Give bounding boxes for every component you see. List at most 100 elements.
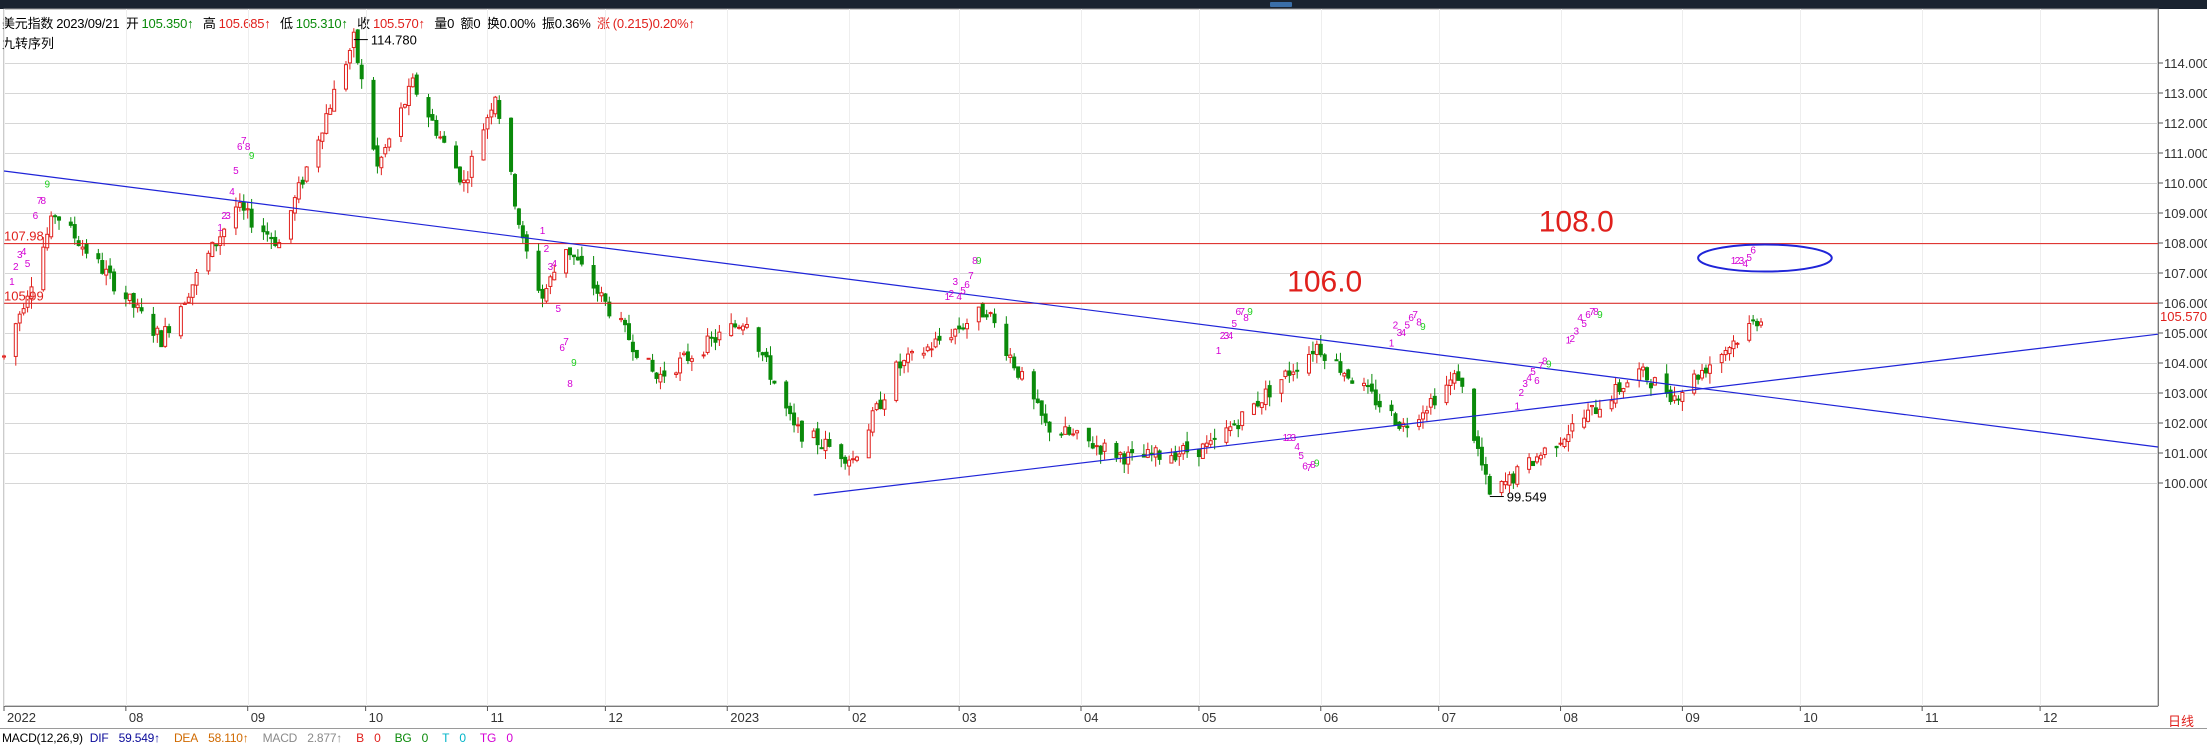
candle-up <box>1719 354 1724 364</box>
candle-down <box>760 352 765 356</box>
candle-up <box>705 335 710 353</box>
candle-up <box>206 252 211 272</box>
candle-down <box>1365 385 1370 388</box>
candle-down <box>1350 380 1355 384</box>
candle-up <box>1538 454 1543 460</box>
candle-down <box>1322 354 1327 361</box>
x-tick-label: 11 <box>1925 710 1939 725</box>
candle-up <box>929 348 934 351</box>
candle-up <box>1700 369 1705 379</box>
candle-down <box>772 380 777 384</box>
value-label: 114.780 <box>371 33 417 48</box>
x-tick-label: 09 <box>1685 710 1699 725</box>
candle-up <box>1200 443 1205 459</box>
x-tick-label: 11 <box>490 710 504 725</box>
candle-down <box>1016 366 1021 378</box>
candle-down <box>1487 476 1492 495</box>
candle-up <box>1362 382 1367 387</box>
candle-up <box>1094 445 1099 448</box>
candle-up <box>218 236 223 246</box>
y-tick-label: 107.000 <box>2164 266 2207 281</box>
candle-up <box>1181 445 1186 455</box>
candle-down <box>375 145 380 167</box>
candle-down <box>1255 400 1260 407</box>
period-label[interactable]: 日线 <box>2168 711 2194 730</box>
macd-info-bar: MACD(12,26,9) DIF 59.549↑ DEA 58.110↑ MACD … <box>2 731 527 745</box>
candle-up <box>178 306 183 337</box>
td-count: 1 <box>1216 346 1222 357</box>
candle-up <box>288 210 293 240</box>
candle-down <box>1098 445 1103 455</box>
candle-down <box>1004 323 1009 356</box>
dif-value: 59.549↑ <box>118 731 161 745</box>
candle-up <box>658 373 663 383</box>
candle-up <box>1609 400 1614 410</box>
candle-down <box>457 166 462 183</box>
candle-down <box>1334 359 1339 362</box>
candle-down <box>1389 404 1394 412</box>
candle-up <box>678 357 683 374</box>
candle-up <box>1428 398 1433 408</box>
price-chart[interactable]: 107.98 108.0105.99 106.0 12345678912345678… <box>0 0 2207 730</box>
candle-up <box>237 202 242 208</box>
candle-down <box>1393 413 1398 426</box>
candle-down <box>634 349 639 358</box>
x-tick-label: 06 <box>1324 710 1338 725</box>
candle-up <box>1562 438 1567 448</box>
candle-up <box>1169 455 1174 464</box>
x-tick-label: 12 <box>608 710 622 725</box>
candle-up <box>438 136 443 139</box>
candle-down <box>792 412 797 426</box>
x-tick-label: 08 <box>1564 710 1578 725</box>
candle-down <box>843 456 848 464</box>
y-tick-label: 106.000 <box>2164 296 2207 311</box>
candle-up <box>379 156 384 169</box>
candle-down <box>1086 427 1091 442</box>
candle-down <box>265 231 270 235</box>
x-tick-label: 10 <box>369 710 383 725</box>
candle-up <box>1240 411 1245 427</box>
candle-up <box>1515 466 1520 485</box>
td-count: 1 <box>9 277 15 288</box>
candle-down <box>1196 448 1201 458</box>
td-count: 6 <box>1534 376 1540 387</box>
candle-up <box>402 104 407 108</box>
candle-down <box>756 327 761 352</box>
candle-up <box>1118 452 1123 456</box>
candle-down <box>434 119 439 136</box>
x-tick-label: 03 <box>962 710 976 725</box>
candle-up <box>882 399 887 410</box>
candle-down <box>249 208 254 228</box>
candle-down <box>1456 371 1461 381</box>
candle-down <box>72 224 77 239</box>
candle-up <box>949 337 954 341</box>
td-count: 7 <box>968 271 974 282</box>
candle-up <box>1597 408 1602 418</box>
candle-up <box>17 313 22 324</box>
candle-up <box>233 206 238 229</box>
candle-down <box>371 79 376 150</box>
td-count: 2 <box>949 289 955 300</box>
candle-up <box>894 361 899 401</box>
candle-down <box>1751 319 1756 322</box>
candle-up <box>870 410 875 433</box>
y-tick-label: 101.000 <box>2164 446 2207 461</box>
candle-down <box>1475 436 1480 449</box>
candle-up <box>1448 379 1453 387</box>
candle-up <box>1621 388 1626 393</box>
candle-up <box>740 325 745 331</box>
td-count: 5 <box>555 304 561 315</box>
td-count: 4 <box>229 187 235 198</box>
candle-down <box>159 330 164 348</box>
x-axis: 2022 08 09 10 11 12 2023 02 03 04 05 06 07 08 09 10 11 12 <box>3 706 2158 725</box>
candle-up <box>320 132 325 142</box>
y-axis: 114.000 113.000 112.000 111.000 110.000 109.0… <box>2158 9 2207 706</box>
candle-up <box>953 328 958 337</box>
candle-down <box>214 244 219 247</box>
candle-up <box>194 272 199 286</box>
candle-down <box>1047 421 1052 433</box>
candle-down <box>623 319 628 326</box>
candle-down <box>1043 413 1048 423</box>
candle-down <box>1130 449 1135 454</box>
td-count-nine: 9 <box>1314 459 1320 470</box>
